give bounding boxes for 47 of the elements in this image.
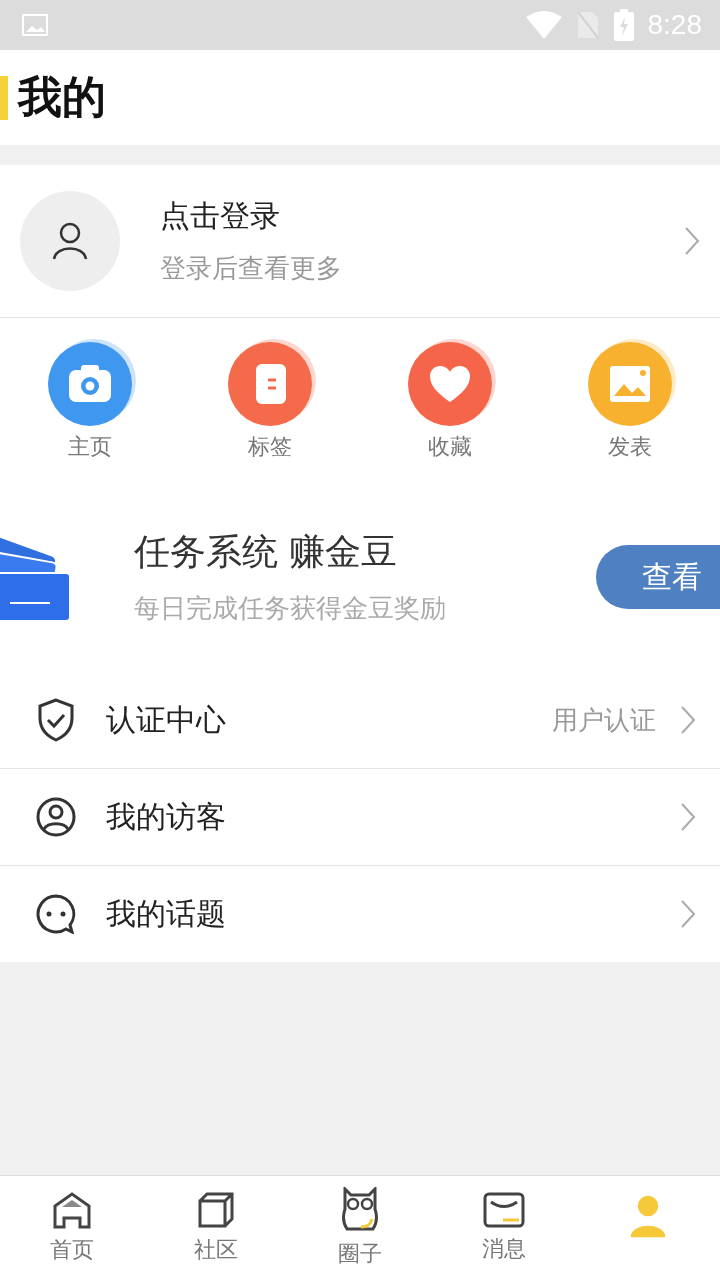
- nav-label: 圈子: [338, 1240, 382, 1268]
- nav-label: 首页: [50, 1236, 94, 1264]
- nav-label: 消息: [482, 1235, 526, 1263]
- image-icon: [608, 364, 652, 404]
- nav-label: 社区: [194, 1236, 238, 1264]
- image-icon: [22, 14, 48, 36]
- user-circle-icon: [36, 797, 76, 837]
- page-title: 我的: [18, 70, 106, 124]
- mailbox-icon: [483, 1192, 525, 1228]
- chat-bubble-icon: [36, 894, 76, 934]
- camera-icon: [67, 364, 113, 404]
- nav-tab[interactable]: 首页: [0, 1176, 144, 1280]
- nav-tab[interactable]: 社区: [144, 1176, 288, 1280]
- menu-value: 用户认证: [552, 703, 656, 737]
- battery-charging-icon: [613, 9, 634, 41]
- heart-icon: [428, 364, 472, 404]
- nav-tab[interactable]: 圈子: [288, 1176, 432, 1280]
- banner-subtitle: 每日完成任务获得金豆奖励: [134, 592, 447, 625]
- accent-bar: [0, 75, 8, 120]
- menu-label: 我的话题: [106, 894, 227, 933]
- banner-title: 任务系统 赚金豆: [134, 530, 399, 574]
- shortcut-label: 收藏: [428, 433, 472, 461]
- home-icon: [52, 1191, 92, 1229]
- menu-label: 我的访客: [106, 797, 227, 836]
- shortcut-label: 主页: [68, 433, 112, 461]
- shortcut-label: 发表: [608, 433, 652, 461]
- shortcut-label: 标签: [248, 433, 292, 461]
- menu-row[interactable]: 我的访客: [0, 768, 720, 865]
- menu-row[interactable]: 认证中心 用户认证: [0, 672, 720, 768]
- menu-label: 认证中心: [106, 700, 227, 739]
- view-button[interactable]: 查看: [596, 545, 720, 609]
- user-icon: [52, 222, 88, 260]
- no-sim-icon: [575, 10, 600, 40]
- chevron-right-icon: [680, 705, 696, 735]
- chevron-right-icon: [684, 226, 700, 256]
- login-hint: 登录后查看更多: [160, 252, 343, 285]
- person-icon: [628, 1194, 668, 1238]
- login-title: 点击登录: [160, 197, 281, 235]
- login-row[interactable]: 点击登录 登录后查看更多: [0, 165, 720, 318]
- chevron-right-icon: [680, 802, 696, 832]
- nav-tab[interactable]: 消息: [432, 1176, 576, 1280]
- chevron-right-icon: [680, 899, 696, 929]
- owl-icon: [341, 1187, 379, 1233]
- shield-check-icon: [36, 698, 76, 742]
- wifi-icon: [525, 11, 562, 39]
- menu-row[interactable]: 我的话题: [0, 865, 720, 962]
- cube-icon: [197, 1191, 235, 1229]
